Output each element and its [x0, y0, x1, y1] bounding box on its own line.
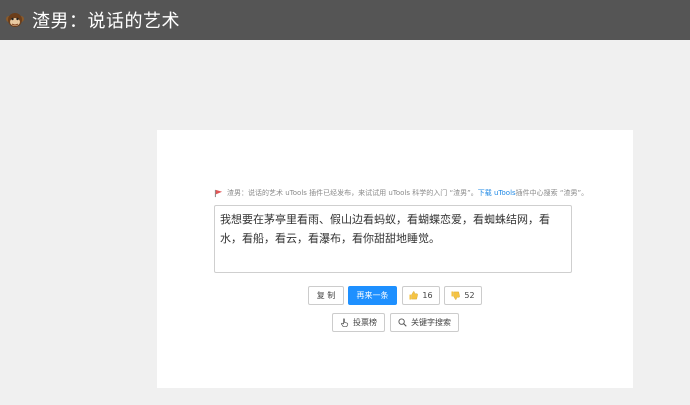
search-icon [398, 318, 407, 327]
quote-card: 渣男：说话的艺术 uTools 插件已经发布，来试试用 uTools 科学的入门… [157, 130, 633, 388]
like-count: 16 [422, 291, 433, 300]
keyword-search-button[interactable]: 关键字搜索 [390, 313, 459, 332]
keyword-search-label: 关键字搜索 [411, 318, 451, 327]
thumbs-up-icon [409, 291, 419, 300]
vote-ranking-label: 投票榜 [353, 318, 377, 327]
quote-textarea[interactable]: 我想要在茅亭里看雨、假山边看蚂蚁，看蝴蝶恋爱，看蜘蛛结网，看水，看船，看云，看瀑… [214, 205, 572, 273]
copy-button[interactable]: 复 制 [308, 286, 344, 305]
notice-text-tail: 插件中心搜索 “渣男”。 [515, 189, 589, 197]
like-button[interactable]: 16 [402, 286, 440, 305]
monkey-logo-icon [4, 9, 26, 31]
download-utools-link[interactable]: 下载 uTools [478, 188, 516, 198]
announcement-notice: 渣男：说话的艺术 uTools 插件已经发布，来试试用 uTools 科学的入门… [214, 188, 629, 198]
notice-text: 渣男：说话的艺术 uTools 插件已经发布，来试试用 uTools 科学的入门… [227, 189, 478, 197]
dislike-count: 52 [464, 291, 475, 300]
next-quote-button-label: 再来一条 [356, 291, 389, 300]
next-quote-button[interactable]: 再来一条 [348, 286, 397, 305]
hand-pointer-icon [340, 318, 349, 327]
thumbs-down-icon [451, 291, 461, 300]
flag-icon [214, 189, 223, 197]
dislike-button[interactable]: 52 [444, 286, 482, 305]
page-title: 渣男：说话的艺术 [32, 11, 180, 32]
vote-ranking-button[interactable]: 投票榜 [332, 313, 385, 332]
copy-button-label: 复 制 [316, 291, 336, 300]
title-bar: 渣男：说话的艺术 [0, 0, 690, 40]
